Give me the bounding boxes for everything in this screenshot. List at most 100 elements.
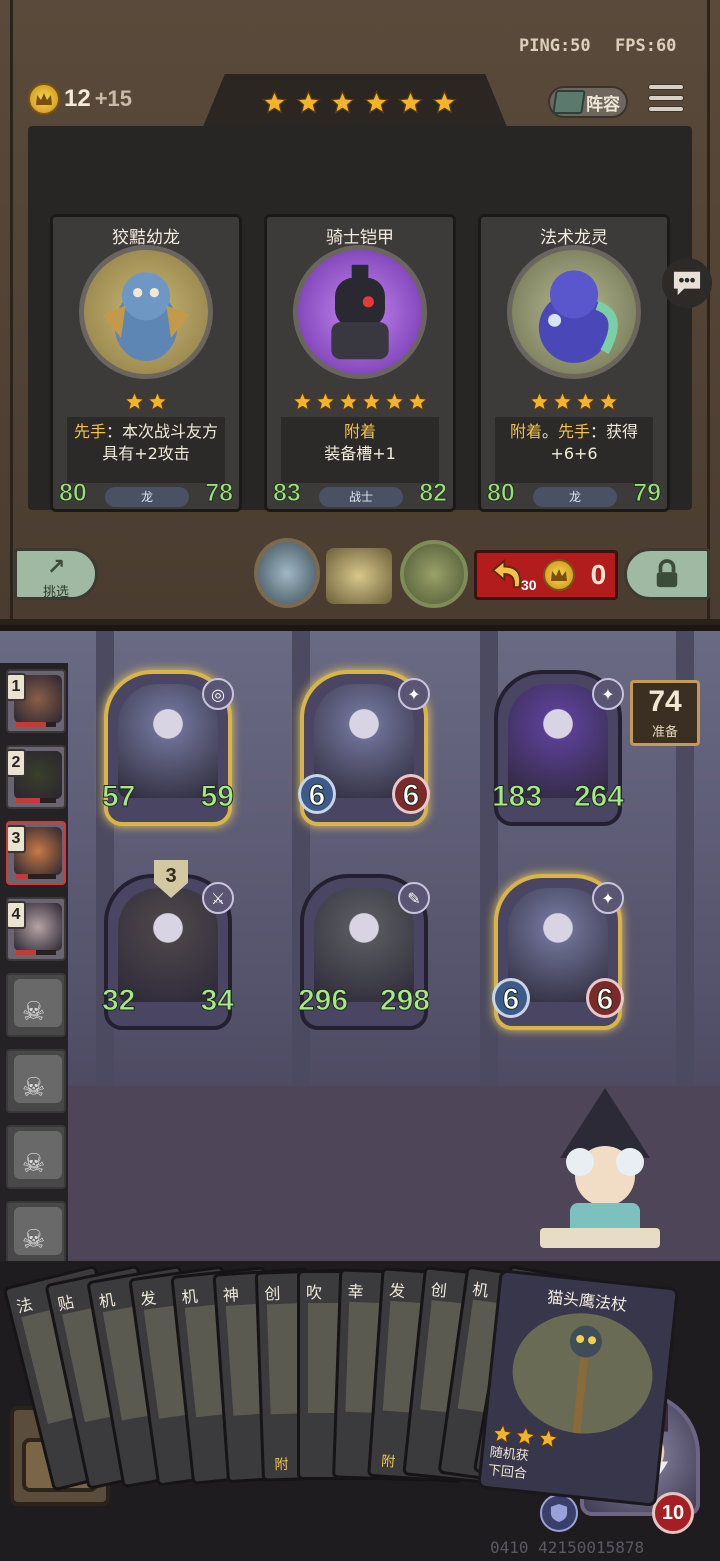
board-minion[interactable]: ◎ 57 59	[101, 670, 235, 826]
shop-card[interactable]: 法术龙灵 附着。先手：获得 +6+6 80 龙 79	[478, 214, 670, 512]
book-icon	[552, 90, 586, 114]
star-icon	[598, 391, 619, 412]
upgrade-gold: 0	[590, 559, 607, 590]
player-rank: 1	[8, 673, 26, 701]
card-name: 神	[222, 1285, 240, 1306]
spell-dragon-portrait	[507, 245, 641, 379]
minion-health: 34	[200, 984, 234, 1018]
board-minion[interactable]: ✦ 183 264	[491, 670, 625, 826]
card-name: 贴	[55, 1292, 76, 1314]
health-fill	[16, 798, 40, 803]
card-health: 78	[205, 479, 234, 508]
lock-icon	[656, 559, 678, 588]
minion-attack: 6	[298, 774, 336, 814]
card-description: 附着 装备槽+1	[281, 417, 439, 483]
description-text: 装备槽+1	[324, 444, 396, 463]
dragon-portrait	[79, 245, 213, 379]
minion-attack: 183	[491, 780, 543, 814]
player-rank: 3	[8, 825, 26, 853]
card-name: 发	[388, 1280, 406, 1301]
owl-staff-portrait	[506, 1306, 659, 1441]
health-fill	[16, 950, 36, 955]
star-icon	[330, 90, 355, 114]
star-icon	[432, 90, 457, 114]
turn-timer: 74 准备	[630, 680, 700, 746]
card-description: 附着。先手：获得 +6+6	[495, 417, 653, 483]
shop-card[interactable]: 狡黠幼龙 先手：本次战斗友方 具有+2攻击 80 龙 78	[50, 214, 242, 512]
star-icon	[537, 1428, 559, 1449]
minion-attack: 296	[297, 984, 349, 1018]
minion-attack: 6	[492, 978, 530, 1018]
star-icon	[514, 1425, 536, 1447]
leaderboard-player[interactable]: 1	[6, 669, 66, 733]
star-icon: ✦	[592, 678, 624, 710]
keyword-text: 附着	[509, 422, 542, 441]
armor-shield-icon	[540, 1494, 578, 1532]
card-race: 战士	[319, 487, 403, 507]
chat-button[interactable]	[662, 258, 712, 308]
description-text: +6+6	[550, 444, 598, 463]
leaderboard-player[interactable]: ☠	[6, 1201, 66, 1265]
menu-button[interactable]	[648, 84, 684, 118]
minion-health: 264	[573, 780, 624, 814]
leaderboard-player[interactable]: 4	[6, 897, 66, 961]
description-text: ：本次战斗友方	[106, 422, 219, 441]
coin-icon	[28, 83, 60, 115]
board-minion[interactable]: ✎ 296 298	[297, 874, 431, 1030]
card-health: 79	[633, 479, 662, 508]
board-minion[interactable]: ⚔ 3 32 34	[101, 860, 235, 1030]
leaderboard-player[interactable]: ☠	[6, 973, 66, 1037]
player-health-bar	[16, 722, 56, 727]
lineup-label: 阵容	[586, 94, 620, 115]
gold-income: +15	[94, 86, 133, 111]
wrench-icon: ✎	[398, 882, 430, 914]
skull-icon: ☠	[22, 1225, 46, 1255]
card-name: 吹	[306, 1283, 323, 1302]
refresh-button[interactable]: ↗ 挑选	[14, 548, 98, 600]
minion-health: 59	[200, 780, 234, 814]
fps-readout: FPS:60	[615, 36, 677, 56]
card-attack: 80	[59, 479, 88, 508]
leaderboard-player[interactable]: ☠	[6, 1049, 66, 1113]
keyword-text: 附	[380, 1453, 396, 1471]
board-minion[interactable]: ✦ 6 6	[298, 670, 430, 826]
gold-value: 12	[64, 85, 91, 112]
minion-attack: 32	[101, 984, 136, 1018]
featured-hand-card[interactable]: 猫头鹰法杖 随机获 下回合	[476, 1269, 680, 1507]
leaderboard-player[interactable]: 3	[6, 821, 66, 885]
star-icon	[262, 90, 287, 114]
star-icon	[398, 90, 423, 114]
player-rank: 2	[8, 749, 26, 777]
refresh-label: 挑选	[43, 585, 70, 600]
player-rank: 4	[8, 901, 26, 929]
ping-readout: PING:50	[519, 36, 591, 56]
hero-health: 10	[652, 1492, 694, 1534]
shop-area: PING:50 FPS:60 12 +15 阵容 狡黠幼龙 先手：本次战斗友方具…	[0, 0, 720, 625]
board-minion[interactable]: ✦ 6 6	[492, 874, 624, 1030]
spiral-icon: ◎	[202, 678, 234, 710]
leaderboard-player[interactable]: 2	[6, 745, 66, 809]
shop-card[interactable]: 骑士铠甲 附着 装备槽+1 83 战士 82	[264, 214, 456, 512]
star-icon	[529, 391, 550, 412]
upgrade-tavern-button[interactable]: 30 0	[474, 550, 618, 600]
sword-icon: ⚔	[202, 882, 234, 914]
card-name: 机	[471, 1279, 490, 1301]
hero-power-button[interactable]	[400, 540, 468, 608]
lineup-button[interactable]: 阵容	[548, 86, 628, 118]
description-text: ：获得	[590, 422, 639, 441]
card-race: 龙	[105, 487, 189, 507]
star-icon	[575, 391, 596, 412]
star-icon	[492, 1423, 514, 1445]
freeze-button[interactable]	[624, 548, 710, 600]
arrow-icon: ↗	[47, 555, 66, 580]
card-name: 机	[180, 1286, 199, 1308]
star-icon	[338, 391, 359, 412]
card-health: 82	[419, 479, 448, 508]
card-name: 机	[97, 1289, 117, 1312]
build-code: 0410 42150015878	[490, 1538, 645, 1557]
card-tier-stars	[53, 391, 239, 412]
leaderboard-player[interactable]: ☠	[6, 1125, 66, 1189]
star-icon: ✦	[592, 882, 624, 914]
star-icon	[407, 391, 428, 412]
keyword-text: 先手	[73, 422, 106, 441]
